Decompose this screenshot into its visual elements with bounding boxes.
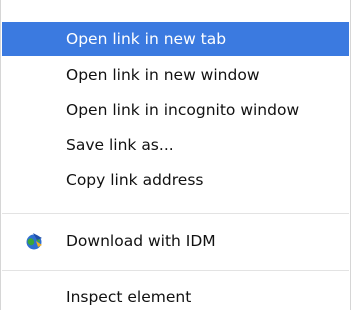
menu-item-open-link-new-window[interactable]: Open link in new window [2,58,349,92]
menu-separator [2,270,349,271]
menu-item-label: Inspect element [66,288,192,306]
menu-item-open-link-new-tab[interactable]: Open link in new tab [2,22,349,56]
menu-item-label: Open link in new tab [66,30,227,48]
menu-item-copy-link-address[interactable]: Copy link address [2,163,349,197]
idm-globe-icon [24,232,44,250]
menu-item-label: Save link as... [66,136,174,154]
menu-item-download-with-idm[interactable]: Download with IDM [2,224,349,258]
menu-item-label: Copy link address [66,171,204,189]
menu-item-label: Download with IDM [66,232,216,250]
menu-item-label: Open link in incognito window [66,101,300,119]
menu-item-save-link-as[interactable]: Save link as... [2,128,349,162]
context-menu: Open link in new tab Open link in new wi… [0,0,351,310]
menu-item-inspect-element[interactable]: Inspect element [2,280,349,310]
menu-item-open-link-incognito[interactable]: Open link in incognito window [2,93,349,127]
menu-separator [2,213,349,214]
menu-item-label: Open link in new window [66,66,260,84]
